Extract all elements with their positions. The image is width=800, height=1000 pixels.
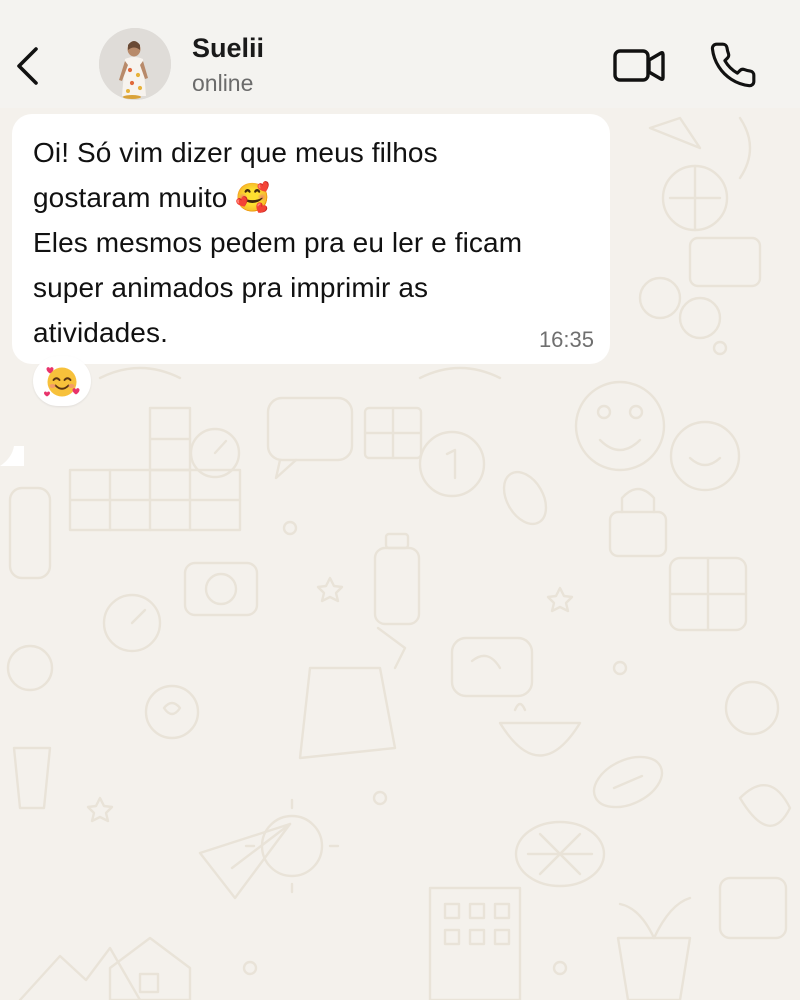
back-button[interactable] <box>10 44 46 88</box>
video-camera-icon <box>613 49 665 82</box>
video-call-button[interactable] <box>610 44 668 88</box>
avatar[interactable] <box>99 28 171 100</box>
message-reaction[interactable] <box>33 356 91 406</box>
chat-area[interactable]: Oi! Só vim dizer que meus filhos gostara… <box>0 108 800 1000</box>
avatar-photo <box>99 28 171 100</box>
contact-status: online <box>192 70 254 96</box>
chat-header: Suelii online <box>0 0 800 108</box>
bubble-tail <box>0 446 24 466</box>
contact-name[interactable]: Suelii <box>192 33 264 64</box>
message-text: Oi! Só vim dizer que meus filhos gostara… <box>33 137 523 348</box>
smiling-face-with-hearts-icon <box>44 367 80 397</box>
voice-call-button[interactable] <box>708 40 758 90</box>
message-time: 16:35 <box>538 327 594 352</box>
chevron-left-icon <box>17 47 38 85</box>
message-bubble[interactable]: Oi! Só vim dizer que meus filhos gostara… <box>12 114 610 364</box>
phone-icon <box>710 42 756 88</box>
